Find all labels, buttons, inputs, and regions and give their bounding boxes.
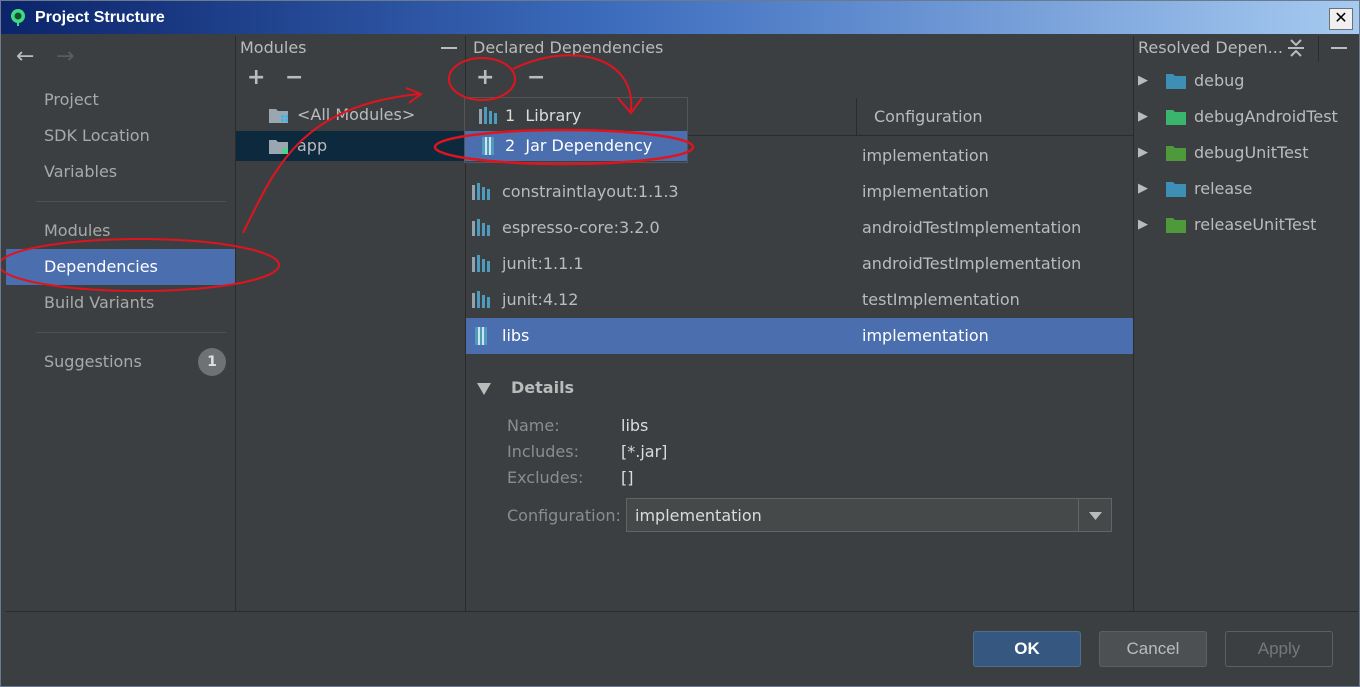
column-divider <box>856 98 857 136</box>
window-title: Project Structure <box>35 9 165 26</box>
excludes-value: [] <box>621 468 634 487</box>
configuration-dropdown[interactable]: implementation <box>626 498 1112 532</box>
nav-item-sdk-location[interactable]: SDK Location <box>6 118 235 154</box>
dependency-config: testImplementation <box>862 290 1020 309</box>
nav-divider <box>36 332 226 333</box>
ok-button[interactable]: OK <box>973 631 1081 667</box>
dependency-row-selected[interactable]: libs implementation <box>466 318 1133 354</box>
nav-item-variables[interactable]: Variables <box>6 154 235 190</box>
popup-item-number: 1 <box>505 106 516 125</box>
dependency-config: implementation <box>862 326 989 345</box>
collapse-triangle-icon[interactable] <box>477 383 491 395</box>
remove-dependency-button[interactable]: − <box>527 65 545 90</box>
dependency-row[interactable]: constraintlayout:1.1.3 implementation <box>466 174 1133 210</box>
folder-icon <box>1166 110 1186 125</box>
name-value: libs <box>621 416 649 435</box>
popup-item-jar-dependency[interactable]: 2 Jar Dependency <box>465 131 687 161</box>
collapse-modules-icon[interactable] <box>441 47 457 49</box>
title-bar: Project Structure ✕ <box>1 1 1359 34</box>
panel-divider <box>1133 36 1134 611</box>
modules-header: Modules <box>240 36 460 60</box>
dropdown-arrow-button[interactable] <box>1078 499 1111 531</box>
name-label: Name: <box>507 416 560 435</box>
left-navigation: ← → Project SDK Location Variables Modul… <box>6 36 235 611</box>
jar-icon <box>475 327 487 345</box>
chevron-down-icon <box>1089 512 1102 520</box>
dependency-name: espresso-core:3.2.0 <box>502 218 660 237</box>
library-icon <box>472 255 490 272</box>
popup-item-number: 2 <box>505 136 516 155</box>
popup-item-library-dependency[interactable]: 1 Library Dependency <box>465 101 687 155</box>
folder-icon <box>1166 146 1186 161</box>
add-dependency-button[interactable]: + <box>476 65 494 90</box>
add-dependency-popup: 1 Library Dependency 2 Jar Dependency <box>464 97 688 163</box>
remove-module-button[interactable]: − <box>285 65 303 90</box>
dependency-config: androidTestImplementation <box>862 254 1082 273</box>
details-header: Details <box>511 378 575 397</box>
library-icon <box>472 183 490 200</box>
configuration-label: Configuration: <box>507 506 621 525</box>
folder-module-icon <box>269 140 288 154</box>
expand-triangle-icon[interactable]: ▶ <box>1138 99 1148 135</box>
dependency-name: junit:1.1.1 <box>502 254 584 273</box>
resolved-item-label: debugAndroidTest <box>1194 107 1338 126</box>
dialog-button-bar: OK Cancel Apply <box>6 611 1358 683</box>
nav-item-build-variants[interactable]: Build Variants <box>6 285 235 321</box>
resolved-item-label: debugUnitTest <box>1194 143 1309 162</box>
module-label: app <box>297 136 328 155</box>
library-icon <box>472 219 490 236</box>
apply-button[interactable]: Apply <box>1225 631 1333 667</box>
resolved-item-label: debug <box>1194 71 1245 90</box>
module-item-app[interactable]: app <box>236 131 466 161</box>
jar-icon <box>482 137 494 155</box>
dependency-name: constraintlayout:1.1.3 <box>502 182 679 201</box>
expand-triangle-icon[interactable]: ▶ <box>1138 63 1148 99</box>
declared-dependencies-header: Declared Dependencies <box>473 36 1073 60</box>
android-studio-icon <box>11 9 25 26</box>
resolved-item-label: release <box>1194 179 1253 198</box>
add-module-button[interactable]: + <box>247 65 265 90</box>
column-header-configuration[interactable]: Configuration <box>874 107 983 126</box>
dependency-row[interactable]: junit:1.1.1 androidTestImplementation <box>466 246 1133 282</box>
library-icon <box>472 291 490 308</box>
nav-divider <box>36 201 226 202</box>
dependency-config: implementation <box>862 146 989 165</box>
cancel-button[interactable]: Cancel <box>1099 631 1207 667</box>
dependency-config: implementation <box>862 182 989 201</box>
toolbar-divider <box>1318 36 1319 62</box>
dependency-name: junit:4.12 <box>502 290 579 309</box>
forward-arrow-icon[interactable]: → <box>56 44 74 69</box>
resolved-dependencies-header: Resolved Depen... <box>1138 36 1288 60</box>
folder-icon <box>1166 218 1186 233</box>
nav-item-dependencies[interactable]: Dependencies <box>6 249 235 285</box>
nav-item-modules[interactable]: Modules <box>6 213 235 249</box>
expand-triangle-icon[interactable]: ▶ <box>1138 135 1148 171</box>
includes-label: Includes: <box>507 442 579 461</box>
folder-icon <box>1166 182 1186 197</box>
module-item-all-modules[interactable]: <All Modules> <box>236 100 466 130</box>
back-arrow-icon[interactable]: ← <box>16 44 34 69</box>
popup-item-label: Jar Dependency <box>525 136 653 155</box>
collapse-all-icon[interactable] <box>1288 39 1304 57</box>
excludes-label: Excludes: <box>507 468 584 487</box>
folder-modules-icon <box>269 109 288 123</box>
minimize-panel-icon[interactable] <box>1331 47 1347 49</box>
module-label: <All Modules> <box>297 105 416 124</box>
dependency-name: libs <box>502 326 530 345</box>
project-structure-window: Project Structure ✕ ← → Project SDK Loca… <box>0 0 1360 687</box>
configuration-value: implementation <box>635 506 762 525</box>
folder-icon <box>1166 74 1186 89</box>
expand-triangle-icon[interactable]: ▶ <box>1138 207 1148 243</box>
library-icon <box>479 107 497 124</box>
dependency-row[interactable]: espresso-core:3.2.0 androidTestImplement… <box>466 210 1133 246</box>
resolved-item-label: releaseUnitTest <box>1194 215 1317 234</box>
dependency-row[interactable]: junit:4.12 testImplementation <box>466 282 1133 318</box>
suggestions-count-badge: 1 <box>198 348 226 376</box>
nav-item-project[interactable]: Project <box>6 82 235 118</box>
close-window-button[interactable]: ✕ <box>1329 8 1353 30</box>
expand-triangle-icon[interactable]: ▶ <box>1138 171 1148 207</box>
dependency-config: androidTestImplementation <box>862 218 1082 237</box>
includes-value: [*.jar] <box>621 442 668 461</box>
